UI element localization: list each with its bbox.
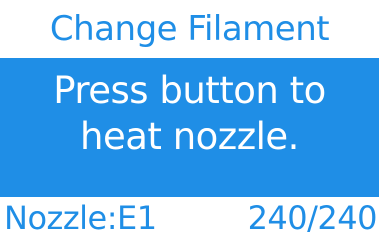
screen-title: Change Filament bbox=[0, 0, 379, 58]
message-line-1: Press button to bbox=[53, 69, 326, 112]
nozzle-temperature-readout: 240/240 bbox=[247, 199, 378, 237]
status-bar: Nozzle:E1 240/240 bbox=[0, 197, 379, 240]
message-panel[interactable]: Press button to heat nozzle. bbox=[0, 58, 379, 197]
nozzle-label: Nozzle:E1 bbox=[4, 199, 157, 237]
printer-lcd-screen: Change Filament Press button to heat noz… bbox=[0, 0, 379, 240]
message-line-2: heat nozzle. bbox=[80, 115, 299, 158]
